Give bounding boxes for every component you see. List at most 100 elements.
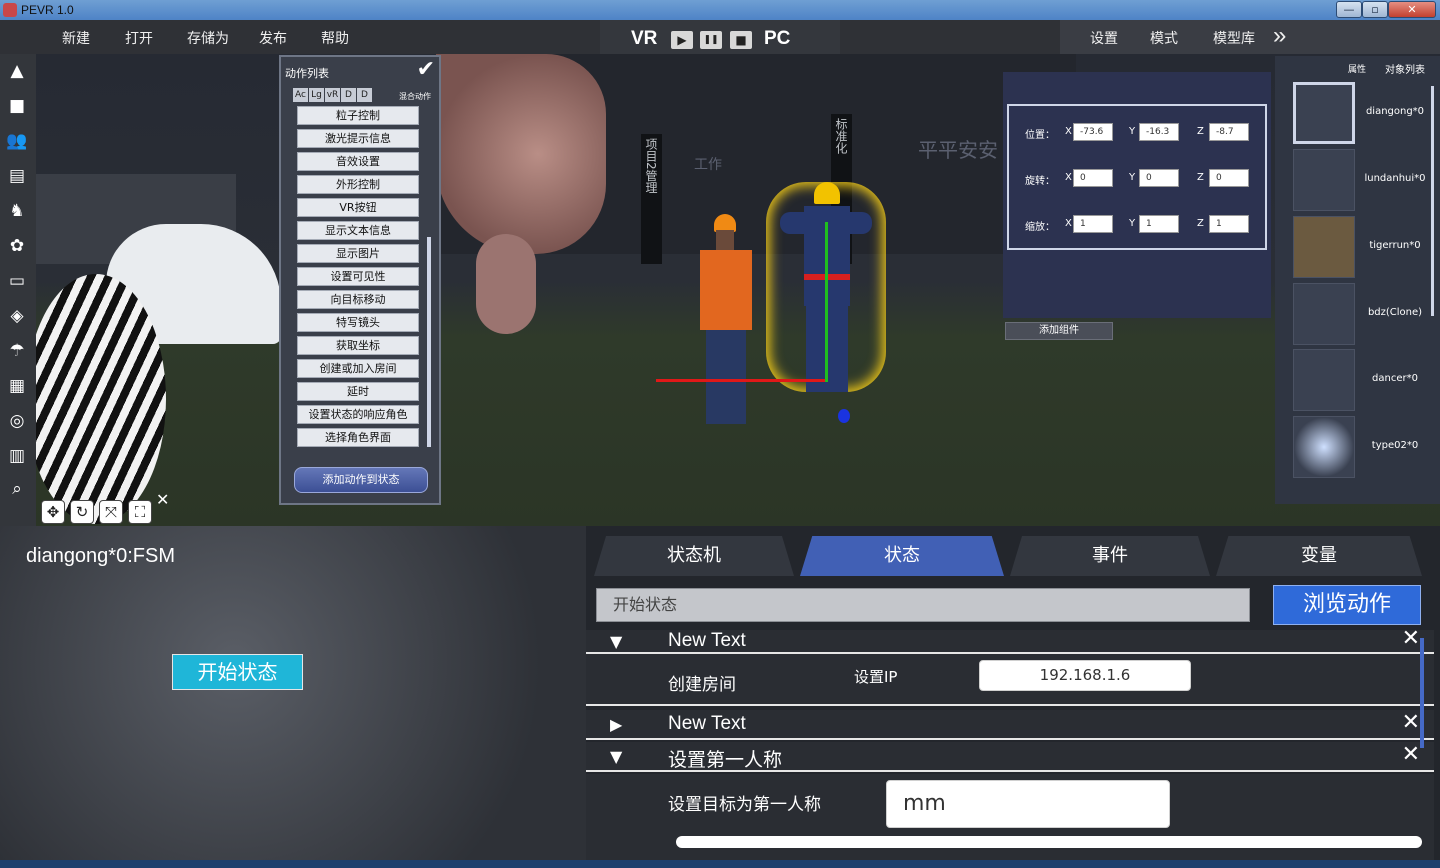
pause-icon[interactable]: ❚❚ (700, 31, 722, 49)
vehicle-icon[interactable]: ▭ (6, 270, 28, 292)
object-item[interactable]: diangong*0 (1293, 82, 1431, 144)
terrain-icon[interactable]: ▲ (6, 60, 28, 82)
zebra-model[interactable] (36, 274, 166, 524)
tab-state[interactable]: 状态 (800, 536, 1004, 576)
object-item[interactable]: tigerrun*0 (1293, 216, 1431, 278)
y-axis-handle[interactable] (825, 222, 828, 382)
dinosaur-model[interactable] (436, 54, 606, 254)
position-y-input[interactable]: -16.3 (1139, 123, 1179, 141)
collapse-icon[interactable]: ▼ (610, 632, 622, 651)
action-item[interactable]: 设置状态的响应角色 (297, 405, 419, 424)
action-item[interactable]: 获取坐标 (297, 336, 419, 355)
menu-model-library[interactable]: 模型库 (1213, 28, 1255, 48)
object-item[interactable]: dancer*0 (1293, 349, 1431, 411)
collapse-icon[interactable]: ▼ (610, 747, 622, 766)
lamp-icon[interactable]: ☂ (6, 340, 28, 362)
menu-help[interactable]: 帮助 (321, 28, 349, 48)
rotation-z-input[interactable]: 0 (1209, 169, 1249, 187)
rotation-y-input[interactable]: 0 (1139, 169, 1179, 187)
action-item[interactable]: 粒子控制 (297, 106, 419, 125)
menu-settings[interactable]: 设置 (1090, 28, 1118, 48)
tab-state-machine[interactable]: 状态机 (594, 536, 794, 576)
fsm-panel[interactable]: diangong*0:FSM 开始状态 (0, 526, 586, 868)
menu-mode[interactable]: 模式 (1150, 28, 1178, 48)
worker-model[interactable] (696, 214, 756, 424)
action-item[interactable]: 选择角色界面 (297, 428, 419, 447)
add-component-button[interactable]: 添加组件 (1005, 322, 1113, 340)
object-item[interactable]: lundanhui*0 (1293, 149, 1431, 211)
position-x-input[interactable]: -73.6 (1073, 123, 1113, 141)
action-tab[interactable]: vR (325, 88, 340, 102)
close-icon[interactable]: ✕ (156, 490, 169, 509)
scale-z-input[interactable]: 1 (1209, 215, 1249, 233)
browse-actions-button[interactable]: 浏览动作 (1273, 585, 1421, 625)
object-list-tab[interactable]: 对象列表 (1385, 61, 1425, 76)
x-axis-handle[interactable] (656, 379, 826, 382)
expand-icon[interactable]: » (1273, 22, 1286, 50)
building-icon[interactable]: ▤ (6, 165, 28, 187)
ip-input[interactable]: 192.168.1.6 (979, 660, 1191, 691)
action-list-scrollbar[interactable] (427, 237, 431, 447)
play-icon[interactable]: ▶ (671, 31, 693, 49)
action-tab[interactable]: D (357, 88, 372, 102)
people-icon[interactable]: 👥 (6, 130, 28, 152)
menu-open[interactable]: 打开 (125, 28, 153, 48)
action-tab[interactable]: Ac (293, 88, 308, 102)
tab-variables[interactable]: 变量 (1216, 536, 1422, 576)
state-panel-scrollbar[interactable] (1420, 638, 1424, 748)
scale-x-input[interactable]: 1 (1073, 215, 1113, 233)
box-icon[interactable]: ◈ (6, 305, 28, 327)
confirm-check-icon[interactable]: ✔ (417, 57, 435, 82)
print-icon[interactable]: ▥ (6, 445, 28, 467)
rotation-x-input[interactable]: 0 (1073, 169, 1113, 187)
maximize-button[interactable]: ▫ (1362, 1, 1388, 18)
action-item[interactable]: VR按钮 (297, 198, 419, 217)
action-item[interactable]: 创建或加入房间 (297, 359, 419, 378)
start-state-node[interactable]: 开始状态 (172, 654, 303, 690)
close-button[interactable]: ✕ (1388, 1, 1436, 18)
move-icon[interactable]: ✥ (41, 500, 65, 524)
pc-mode-button[interactable]: PC (764, 28, 790, 50)
mix-action-tab[interactable]: 混合动作 (399, 91, 431, 102)
action-item[interactable]: 延时 (297, 382, 419, 401)
position-z-input[interactable]: -8.7 (1209, 123, 1249, 141)
menu-new[interactable]: 新建 (62, 28, 90, 48)
first-person-target-input[interactable]: mm (886, 780, 1170, 828)
cube-icon[interactable]: ■ (6, 95, 28, 117)
animal-icon[interactable]: ♞ (6, 200, 28, 222)
action-item[interactable]: 激光提示信息 (297, 129, 419, 148)
action-item[interactable]: 音效设置 (297, 152, 419, 171)
object-item[interactable]: type02*0 (1293, 416, 1431, 478)
vr-mode-button[interactable]: VR (631, 28, 657, 50)
scale-icon[interactable]: ⤧ (99, 500, 123, 524)
add-action-button[interactable]: 添加动作到状态 (294, 467, 428, 493)
menu-save-as[interactable]: 存储为 (187, 28, 229, 48)
action-tab[interactable]: D (341, 88, 356, 102)
object-list-scrollbar[interactable] (1431, 86, 1434, 316)
close-icon[interactable]: ✕ (1402, 710, 1420, 735)
next-field[interactable] (676, 836, 1422, 848)
close-icon[interactable]: ✕ (1402, 742, 1420, 767)
bounds-icon[interactable]: ⛶ (128, 500, 152, 524)
action-item[interactable]: 外形控制 (297, 175, 419, 194)
action-item[interactable]: 设置可见性 (297, 267, 419, 286)
state-name-input[interactable]: 开始状态 (596, 588, 1250, 622)
globe-icon[interactable]: ◎ (6, 410, 28, 432)
search-icon[interactable]: ⌕ (6, 478, 28, 500)
object-item[interactable]: bdz(Clone) (1293, 283, 1431, 345)
stop-icon[interactable]: ■ (730, 31, 752, 49)
plant-icon[interactable]: ✿ (6, 235, 28, 257)
action-item[interactable]: 显示文本信息 (297, 221, 419, 240)
action-tab[interactable]: Lg (309, 88, 324, 102)
z-axis-handle[interactable] (838, 409, 850, 423)
action-item[interactable]: 特写镜头 (297, 313, 419, 332)
menu-publish[interactable]: 发布 (259, 28, 287, 48)
properties-tab[interactable]: 属性 (1348, 62, 1366, 75)
action-item[interactable]: 显示图片 (297, 244, 419, 263)
clapboard-icon[interactable]: ▦ (6, 375, 28, 397)
expand-icon[interactable]: ▶ (610, 715, 622, 734)
rotate-icon[interactable]: ↻ (70, 500, 94, 524)
tab-events[interactable]: 事件 (1010, 536, 1210, 576)
close-icon[interactable]: ✕ (1402, 626, 1420, 651)
minimize-button[interactable]: — (1336, 1, 1362, 18)
